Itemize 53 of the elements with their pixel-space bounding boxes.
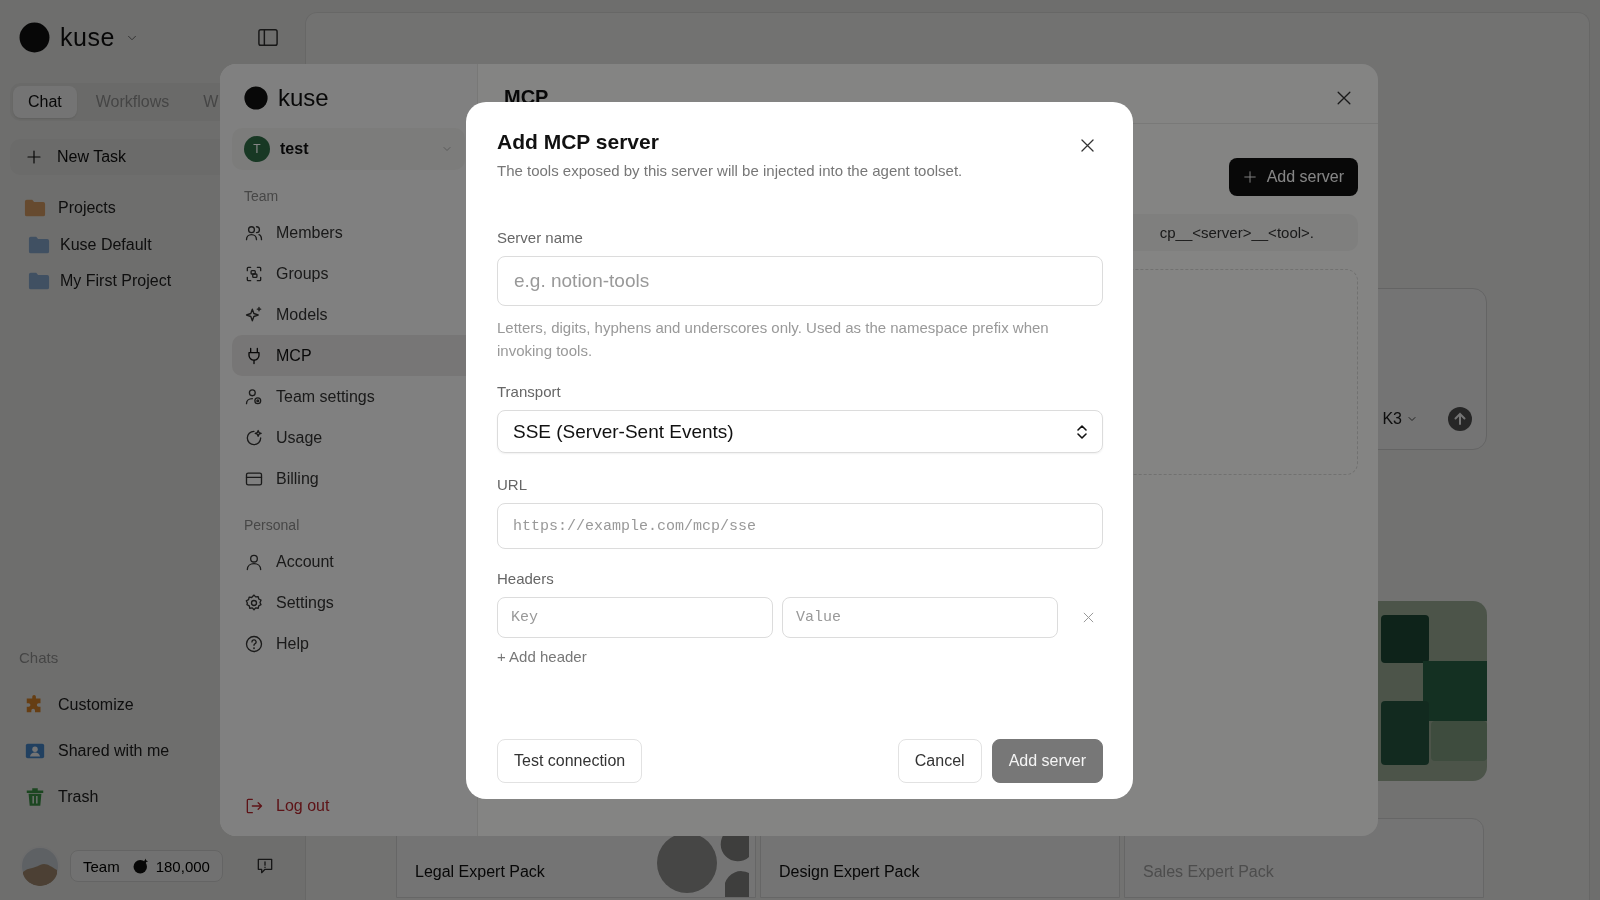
model-selector[interactable]: K3: [1382, 410, 1418, 428]
sidebar-item[interactable]: Shared with me: [58, 742, 170, 760]
sidebar-toggle-icon[interactable]: [257, 27, 279, 48]
avatar[interactable]: [20, 846, 60, 886]
field-label: Headers: [497, 570, 555, 587]
trash-icon: [24, 786, 46, 808]
dialog-title: Add MCP server: [497, 130, 660, 154]
avatar: T: [244, 136, 270, 162]
remove-icon[interactable]: [1081, 610, 1096, 625]
pack-title: Design Expert Pack: [779, 863, 920, 881]
logout-icon: [244, 796, 264, 816]
sidebar-item[interactable]: Customize: [58, 696, 134, 714]
add-server-button[interactable]: Add server: [1228, 158, 1358, 196]
folder-icon: [28, 271, 50, 291]
team-selector[interactable]: T test: [232, 128, 465, 170]
logo-icon: [19, 22, 50, 53]
project-item[interactable]: Kuse Default: [60, 236, 152, 254]
project-item[interactable]: My First Project: [60, 272, 172, 290]
field-label: Transport: [497, 383, 562, 400]
user-gear-icon: [244, 386, 264, 407]
dialog-subtitle: The tools exposed by this server will be injected into the agent toolset.: [497, 162, 963, 179]
section-heading: Personal: [243, 516, 301, 535]
gauge-icon: [244, 427, 264, 448]
logo-icon: [244, 86, 268, 110]
transport-select[interactable]: SSE (Server-Sent Events): [497, 410, 1103, 453]
help-icon: [244, 633, 264, 654]
tab[interactable]: Chat: [13, 86, 77, 118]
server-name-field[interactable]: e.g. notion-tools: [497, 256, 1103, 306]
plus-icon: [1242, 170, 1257, 184]
dialog-button[interactable]: Test connection: [497, 739, 643, 783]
sidebar-item[interactable]: Trash: [58, 788, 99, 806]
section-heading: Team: [243, 187, 280, 206]
team-credits-pill[interactable]: Team 180,000: [70, 850, 223, 882]
sort-icon: [1074, 422, 1090, 441]
brand-name: kuse: [60, 23, 115, 52]
header-key-field[interactable]: Key: [497, 597, 773, 638]
header-value-field[interactable]: Value: [782, 597, 1058, 638]
send-button[interactable]: [1448, 407, 1472, 431]
field-hint: Letters, digits, hyphens and underscores only. Used as the namespace prefix when invoking tools.: [497, 318, 1050, 361]
field-label: URL: [497, 476, 528, 493]
settings-icon: [244, 592, 264, 613]
folder-icon: [24, 198, 46, 218]
plus-icon: [25, 148, 43, 166]
folder-icon: [28, 235, 50, 255]
projects-heading[interactable]: Projects: [58, 199, 116, 217]
dialog-button[interactable]: Cancel: [897, 739, 982, 783]
url-field[interactable]: https://example.com/mcp/sse: [497, 503, 1103, 549]
pack-title: Legal Expert Pack: [415, 863, 545, 881]
logout-button[interactable]: Log out: [232, 796, 465, 816]
close-icon[interactable]: [1078, 136, 1097, 155]
credits-icon: [131, 857, 150, 875]
brand-name: kuse: [278, 84, 329, 112]
add-header-link[interactable]: + Add header: [497, 648, 587, 665]
